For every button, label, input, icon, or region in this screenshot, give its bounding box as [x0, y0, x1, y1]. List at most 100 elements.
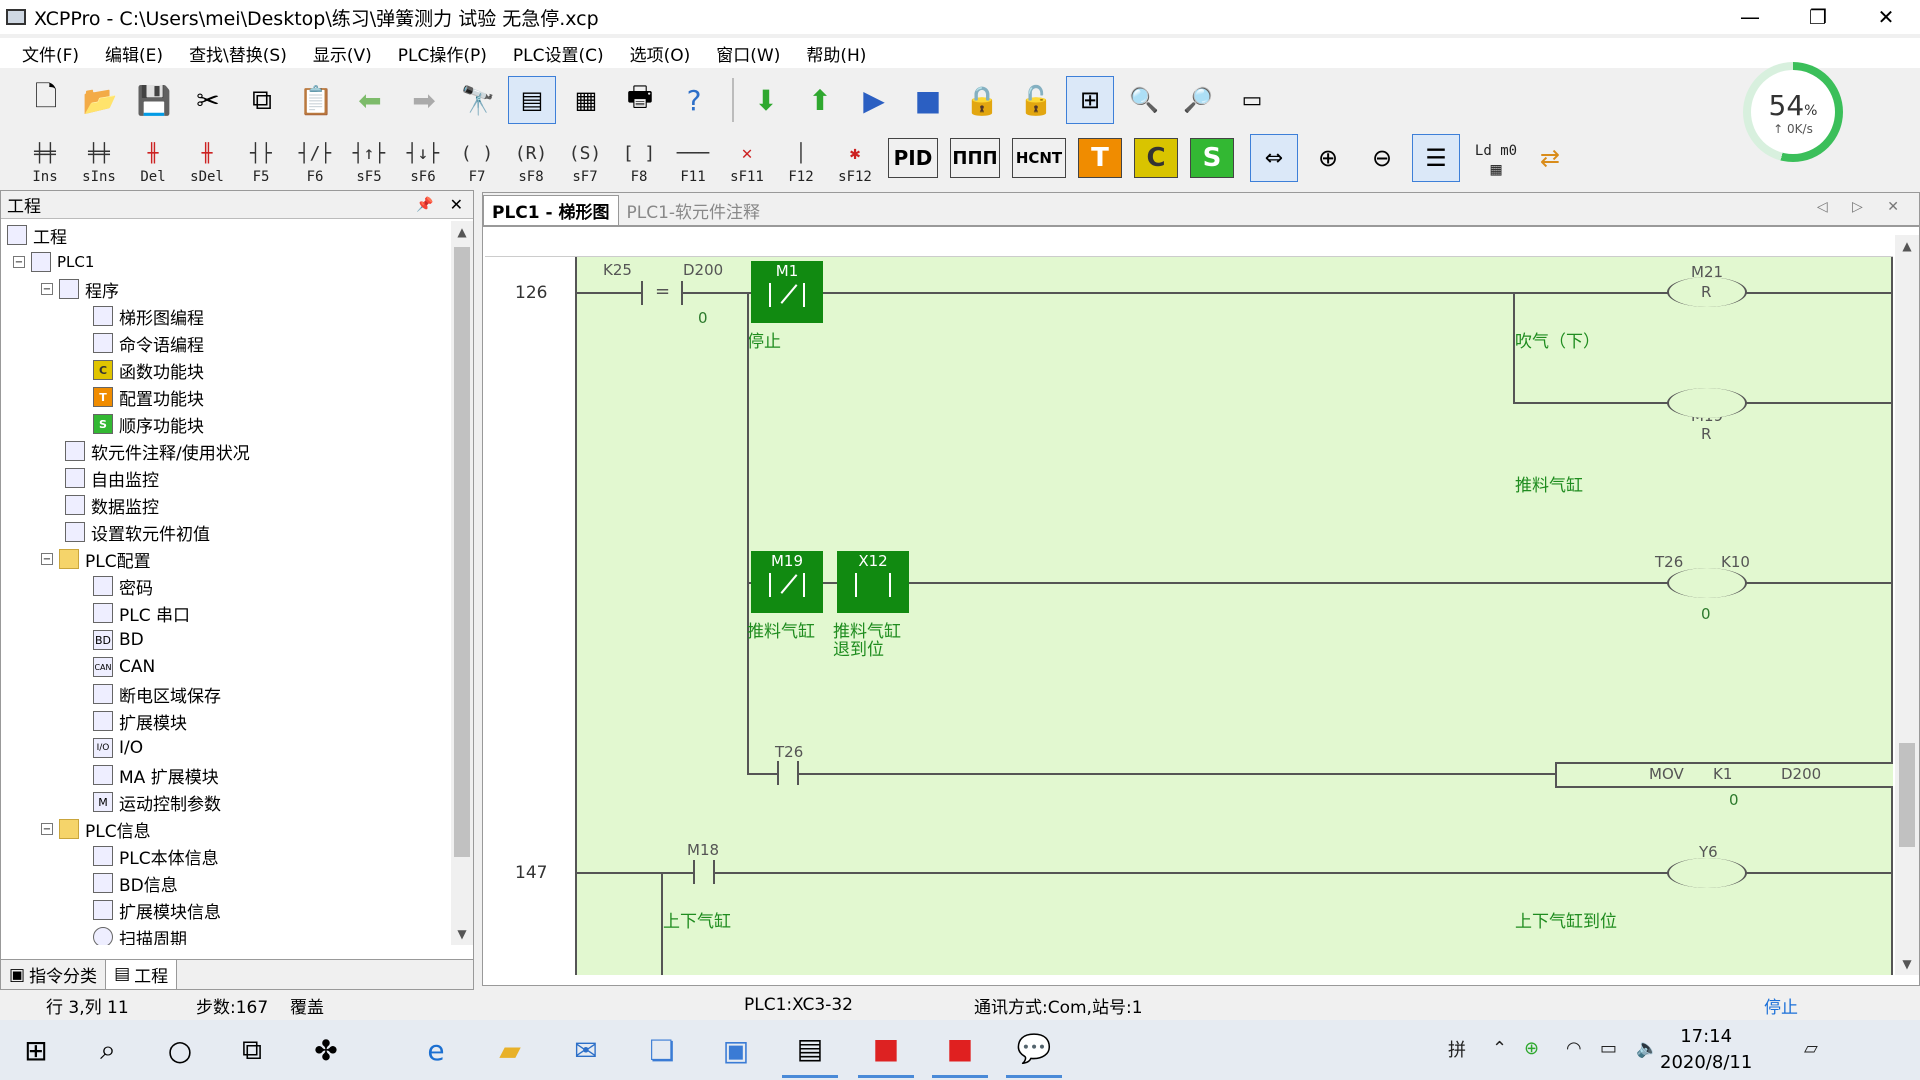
help-button[interactable]: ?: [670, 76, 718, 124]
tree-item-motion[interactable]: M 运动控制参数: [93, 790, 221, 815]
contact-m19[interactable]: M19: [751, 551, 823, 613]
t-block-button[interactable]: T: [1078, 138, 1122, 178]
serial-port-button[interactable]: ▭: [1228, 76, 1276, 124]
instruction-view-button[interactable]: ▦: [562, 76, 610, 124]
zoom-in-button[interactable]: ⊕: [1304, 134, 1352, 182]
print-button[interactable]: 🖶: [616, 76, 664, 124]
taskbar-app-files[interactable]: ❏: [634, 1022, 690, 1078]
contact-x12[interactable]: X12: [837, 551, 909, 613]
taskbar-app-fan[interactable]: ✤: [298, 1022, 354, 1078]
contact-label[interactable]: M18: [687, 841, 719, 859]
tray-expand-icon[interactable]: ⌃: [1492, 1038, 1507, 1059]
ime-indicator[interactable]: 拼: [1448, 1036, 1466, 1062]
tab-instruction-category[interactable]: ▣ 指令分类: [1, 960, 105, 989]
collapse-icon[interactable]: −: [41, 823, 53, 835]
notification-icon[interactable]: ▱: [1804, 1038, 1818, 1059]
tree-item-expansion[interactable]: 扩展模块: [93, 709, 187, 734]
pid-button[interactable]: PID: [888, 138, 938, 178]
unlock-button[interactable]: 🔓: [1012, 76, 1060, 124]
reset-coil-button[interactable]: (R) sF8: [504, 131, 558, 185]
tree-item-power-save[interactable]: 断电区域保存: [93, 682, 221, 707]
scroll-thumb[interactable]: [454, 247, 470, 857]
taskbar-clock[interactable]: 17:14 2020/8/11: [1660, 1024, 1752, 1076]
copy-button[interactable]: ⧉: [238, 76, 286, 124]
contact-m1[interactable]: M1: [751, 261, 823, 323]
save-button[interactable]: 💾: [130, 76, 178, 124]
editor-scrollbar[interactable]: ▲ ▼: [1895, 235, 1919, 975]
nc-contact-button[interactable]: ┤/├ F6: [288, 131, 342, 185]
forward-button[interactable]: ➡: [400, 76, 448, 124]
falling-edge-button[interactable]: ┤↓├ sF6: [396, 131, 450, 185]
menu-options[interactable]: 选项(O): [630, 41, 691, 66]
delete-row-button[interactable]: ╫ Del: [126, 131, 180, 185]
search-button[interactable]: ⌕: [80, 1022, 136, 1078]
taskbar-app-wechat[interactable]: 💬: [1006, 1022, 1062, 1078]
tree-item-expansion-info[interactable]: 扩展模块信息: [93, 898, 221, 923]
coil-t26[interactable]: [1667, 568, 1747, 598]
coil-m19-reset[interactable]: [1667, 388, 1747, 418]
taskbar-app-window[interactable]: ▣: [708, 1022, 764, 1078]
vertical-line-button[interactable]: │ F12: [774, 131, 828, 185]
ladder-view-button[interactable]: ▤: [508, 76, 556, 124]
taskbar-app-red2[interactable]: ■: [932, 1022, 988, 1078]
contact-t26[interactable]: [777, 761, 799, 785]
find-button[interactable]: 🔭: [454, 76, 502, 124]
tree-item-scan-cycle[interactable]: 扫描周期: [93, 925, 187, 945]
delete-line-button[interactable]: ✕ sF11: [720, 131, 774, 185]
tree-item-data-monitor[interactable]: 数据监控: [65, 493, 159, 518]
tree-item-can[interactable]: CAN CAN: [93, 655, 155, 679]
panel-close-icon[interactable]: ✕: [450, 195, 463, 214]
open-file-button[interactable]: 📂: [76, 76, 124, 124]
tray-app-icon[interactable]: ⊕: [1524, 1038, 1539, 1059]
tree-item-plc-config[interactable]: − PLC配置: [41, 547, 151, 572]
tree-item-serial-port[interactable]: PLC 串口: [93, 601, 190, 626]
menu-window[interactable]: 窗口(W): [716, 41, 780, 66]
scroll-thumb[interactable]: [1899, 743, 1915, 847]
tree-item-ma-expansion[interactable]: MA 扩展模块: [93, 763, 219, 788]
collapse-icon[interactable]: −: [13, 256, 25, 268]
battery-icon[interactable]: ▭: [1600, 1038, 1617, 1059]
tree-item-project[interactable]: 工程: [7, 223, 67, 248]
mov-instruction-box[interactable]: MOV K1 D200: [1555, 762, 1893, 788]
tree-item-bd[interactable]: BD BD: [93, 628, 144, 652]
insert-row-button[interactable]: ╪╪ Ins: [18, 131, 72, 185]
taskbar-app-xcppro[interactable]: ▤: [782, 1022, 838, 1078]
tree-item-plc-body-info[interactable]: PLC本体信息: [93, 844, 219, 869]
tree-item-comments[interactable]: 软元件注释/使用状况: [65, 439, 250, 464]
tree-item-sequence-block[interactable]: S 顺序功能块: [93, 412, 204, 437]
tree-item-ladder[interactable]: 梯形图编程: [93, 304, 204, 329]
contact-label[interactable]: T26: [775, 743, 803, 761]
tree-item-io[interactable]: I/O I/O: [93, 736, 143, 760]
coil-button[interactable]: ( ) F7: [450, 131, 504, 185]
run-button[interactable]: ▶: [850, 76, 898, 124]
pulse-button[interactable]: ΠΠΠ: [950, 138, 1000, 178]
menu-plc-operation[interactable]: PLC操作(P): [398, 41, 487, 66]
tree-item-bd-info[interactable]: BD信息: [93, 871, 178, 896]
download-button[interactable]: ⬇: [742, 76, 790, 124]
task-view-button[interactable]: ⧉: [224, 1022, 280, 1078]
menu-view[interactable]: 显示(V): [313, 41, 372, 66]
tree-item-instruction[interactable]: 命令语编程: [93, 331, 204, 356]
wifi-icon[interactable]: ◠: [1566, 1038, 1582, 1059]
data-monitor-button[interactable]: 🔎: [1174, 76, 1222, 124]
upload-button[interactable]: ⬆: [796, 76, 844, 124]
minimize-button[interactable]: —: [1716, 0, 1784, 34]
set-coil-button[interactable]: (S) sF7: [558, 131, 612, 185]
taskbar-app-red[interactable]: ■: [858, 1022, 914, 1078]
collapse-icon[interactable]: −: [41, 283, 53, 295]
menu-plc-settings[interactable]: PLC设置(C): [513, 41, 604, 66]
cut-button[interactable]: ✂: [184, 76, 232, 124]
menu-find-replace[interactable]: 查找\替换(S): [189, 41, 287, 66]
taskbar-app-explorer[interactable]: ▰: [482, 1022, 538, 1078]
close-button[interactable]: ✕: [1852, 0, 1920, 34]
new-file-button[interactable]: 🗋: [22, 76, 70, 124]
volume-icon[interactable]: 🔈: [1636, 1038, 1658, 1059]
tab-device-comments[interactable]: PLC1-软元件注释: [619, 195, 769, 225]
menu-help[interactable]: 帮助(H): [806, 41, 866, 66]
scroll-up-icon[interactable]: ▲: [451, 225, 473, 239]
tree-item-config-block[interactable]: T 配置功能块: [93, 385, 204, 410]
contact-m18[interactable]: [693, 860, 715, 884]
tree-item-program[interactable]: − 程序: [41, 277, 119, 302]
ldm0-button[interactable]: Ld m0 ▦: [1466, 131, 1526, 185]
coil-y6[interactable]: [1667, 858, 1747, 888]
